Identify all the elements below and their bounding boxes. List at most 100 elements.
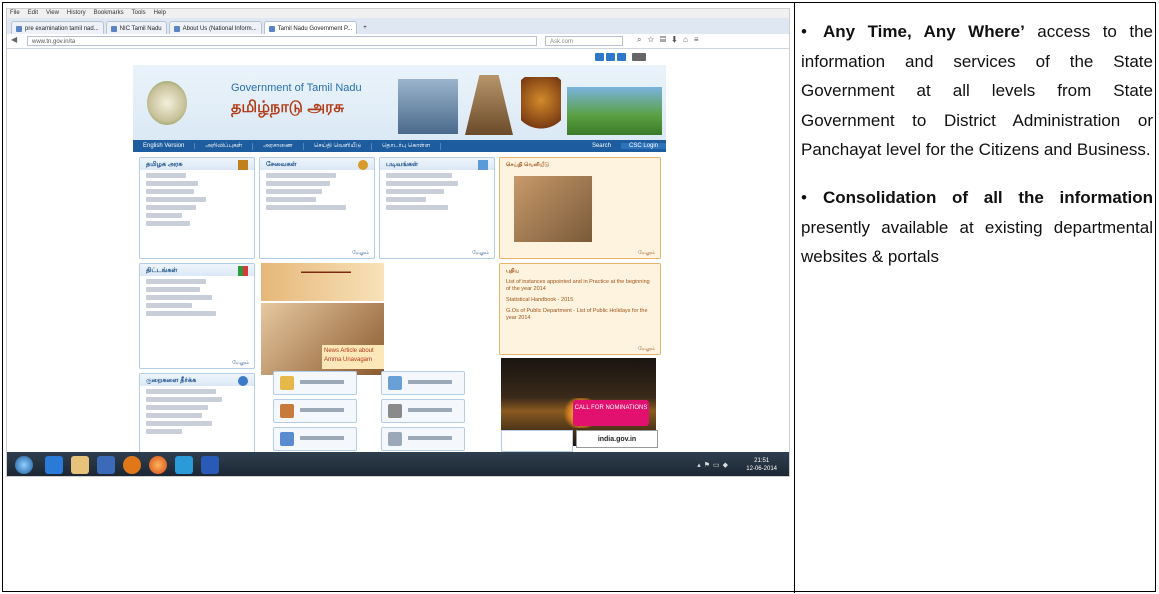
tile-label: [408, 436, 452, 440]
page-icon: [173, 25, 180, 32]
box-title: செய்தி வெளியீடு: [506, 162, 550, 168]
satellite-icon: [238, 376, 248, 386]
ie-icon[interactable]: [45, 456, 63, 474]
skype-icon[interactable]: [175, 456, 193, 474]
point-text: presently available at existing departme…: [801, 217, 1153, 267]
tab-label: pre examination tamil nad...: [25, 25, 99, 32]
tile-label: [300, 436, 344, 440]
tile-label: [300, 408, 344, 412]
word-icon[interactable]: [201, 456, 219, 474]
schemes-icon: [238, 266, 248, 276]
point-bold: Any Time, Any Where’: [823, 22, 1025, 41]
start-icon[interactable]: [15, 456, 33, 474]
tile-tamil-treasure[interactable]: [501, 430, 573, 452]
tile-label: [300, 380, 344, 384]
menu-help[interactable]: Help: [154, 9, 166, 18]
tab-bar: pre examination tamil nad... NIC Tamil N…: [7, 18, 789, 35]
clock-date: 12-06-2014: [746, 466, 777, 472]
back-icon[interactable]: ◀: [11, 35, 17, 44]
point-anytime: • Any Time, Any Where’ access to the info…: [801, 17, 1153, 165]
news-article-image[interactable]: News Article about Amma Unavagam: [261, 303, 384, 375]
search-input[interactable]: Ask.com: [545, 36, 623, 46]
state-emblem-icon: [147, 81, 187, 125]
nav-press[interactable]: செய்தி வெளியீடு: [304, 142, 373, 150]
dancer-image: [521, 77, 561, 135]
gear-icon: [358, 160, 368, 170]
browser-screenshot: File Edit View History Bookmarks Tools H…: [6, 8, 790, 477]
menu-tools[interactable]: Tools: [132, 9, 146, 18]
menu-bookmarks[interactable]: Bookmarks: [94, 9, 124, 18]
new-tab-button[interactable]: +: [359, 21, 371, 34]
box-grievance: குறைகளை தீர்க்க: [139, 373, 255, 454]
menu-file[interactable]: File: [10, 9, 20, 18]
call-for-nominations-badge[interactable]: CALL FOR NOMINATIONS: [573, 400, 649, 426]
box-title: குறைகளை தீர்க்க: [140, 374, 254, 386]
box-new: புதிய List of instances appointed and in…: [499, 263, 661, 355]
india-portal-link[interactable]: india.gov.in: [576, 430, 658, 448]
farm-image: [567, 87, 662, 135]
page-icon: [110, 25, 117, 32]
site-nav: English Version அறிவிப்புகள் அரசாணை செய்…: [133, 140, 666, 152]
nav-orders[interactable]: அரசாணை: [253, 142, 304, 150]
banner-text: ▬▬▬▬▬▬▬▬▬▬: [301, 269, 351, 275]
press-photo: [514, 176, 592, 242]
tile-rti[interactable]: [273, 427, 357, 451]
news-caption: News Article about Amma Unavagam: [322, 345, 384, 369]
tile-tenders[interactable]: [381, 371, 465, 395]
web-page: Government of Tamil Nadu தமிழ்நாடு அரசு …: [7, 49, 789, 454]
tab-label: About Us (National Inform...: [182, 25, 257, 32]
box-forms: படிவங்கள் மேலும்: [379, 157, 495, 259]
bullet-icon: •: [801, 22, 807, 41]
new-item[interactable]: List of instances appointed and in Pract…: [506, 279, 654, 293]
point-text: access to the information and services o…: [801, 22, 1153, 160]
nav-contact[interactable]: தொடர்பு கொள்ள: [372, 142, 442, 150]
url-field[interactable]: www.tn.gov.in/ta: [27, 36, 537, 46]
tray-icons[interactable]: ▴⚑▭◆: [697, 461, 731, 469]
page-icon: [16, 25, 22, 32]
more-link[interactable]: மேலும்: [232, 360, 249, 366]
box-title: படிவங்கள்: [380, 158, 494, 170]
tab-exam[interactable]: pre examination tamil nad...: [11, 21, 104, 35]
box-title: திட்டங்கள்: [140, 264, 254, 276]
tab-about[interactable]: About Us (National Inform...: [168, 21, 262, 35]
tile-acts-rules[interactable]: [381, 399, 465, 423]
column-divider: [794, 3, 795, 593]
nav-english[interactable]: English Version: [133, 143, 196, 149]
app-icon[interactable]: [97, 456, 115, 474]
tender-icon: [388, 376, 402, 390]
media-icon[interactable]: [123, 456, 141, 474]
nav-announcements[interactable]: அறிவிப்புகள்: [195, 142, 254, 150]
more-link[interactable]: மேலும்: [638, 346, 655, 352]
toolbar-icons[interactable]: ⌕☆▤⬇⌂≡: [637, 35, 705, 45]
point-consolidation: • Consolidation of all the information pr…: [801, 183, 1153, 272]
new-item[interactable]: G.Os of Public Department - List of Publ…: [506, 308, 654, 322]
site-banner: Government of Tamil Nadu தமிழ்நாடு அரசு: [133, 65, 666, 140]
table-frame: File Edit View History Bookmarks Tools H…: [2, 2, 1156, 593]
tile-websites[interactable]: [381, 427, 465, 451]
menu-view[interactable]: View: [46, 9, 59, 18]
tile-label: [408, 408, 452, 412]
building-icon: [238, 160, 248, 170]
tab-label: Tamil Nadu Government P...: [277, 25, 353, 32]
new-item[interactable]: Statistical Handbook - 2015: [506, 297, 654, 304]
tile-documents[interactable]: [273, 371, 357, 395]
explorer-icon[interactable]: [71, 456, 89, 474]
firefox-icon[interactable]: [149, 456, 167, 474]
nav-search[interactable]: Search: [582, 143, 621, 149]
tab-nic[interactable]: NIC Tamil Nadu: [105, 21, 167, 35]
tab-label: NIC Tamil Nadu: [119, 25, 162, 32]
menu-edit[interactable]: Edit: [28, 9, 38, 18]
menu-history[interactable]: History: [67, 9, 86, 18]
box-schemes: திட்டங்கள் மேலும்: [139, 263, 255, 369]
nav-csc-login[interactable]: CSC Login: [620, 143, 666, 149]
temple-image: [465, 75, 513, 135]
font-size-buttons[interactable]: [595, 53, 646, 61]
tn-govt-site: Government of Tamil Nadu தமிழ்நாடு அரசு …: [133, 53, 666, 454]
box-tn-govt: தமிழக அரசு: [139, 157, 255, 259]
tab-tn-govt[interactable]: Tamil Nadu Government P...: [263, 21, 358, 35]
more-link[interactable]: மேலும்: [472, 250, 489, 256]
tile-citizen-charter[interactable]: [273, 399, 357, 423]
people-icon: [280, 404, 294, 418]
more-link[interactable]: மேலும்: [638, 250, 655, 256]
more-link[interactable]: மேலும்: [352, 250, 369, 256]
